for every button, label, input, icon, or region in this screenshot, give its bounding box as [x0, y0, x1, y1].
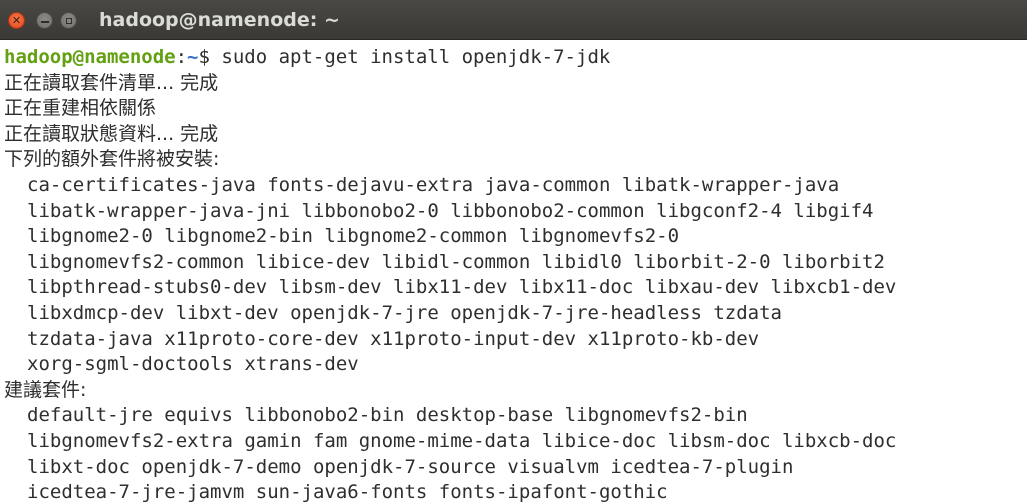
status-line: 正在讀取狀態資料... 完成 — [4, 122, 219, 145]
status-line: 正在重建相依關係 — [4, 97, 157, 120]
suggested-package-line: libxt-doc openjdk-7-demo openjdk-7-sourc… — [27, 455, 794, 478]
package-line: tzdata-java x11proto-core-dev x11proto-i… — [27, 327, 760, 350]
window-title: hadoop@namenode: ~ — [99, 9, 340, 31]
status-line: 正在讀取套件清單... 完成 — [4, 71, 219, 94]
suggested-package-line: icedtea-7-jre-jamvm sun-java6-fonts font… — [27, 481, 668, 502]
prompt-user-host: hadoop@namenode — [4, 46, 176, 68]
maximize-icon — [65, 17, 72, 24]
package-line: libpthread-stubs0-dev libsm-dev libx11-d… — [27, 276, 897, 299]
close-icon: ✕ — [11, 14, 22, 27]
terminal-output[interactable]: hadoop@namenode:~$ sudo apt-get install … — [0, 40, 1027, 502]
suggested-package-line: libgnomevfs2-extra gamin fam gnome-mime-… — [27, 429, 897, 452]
prompt-line: hadoop@namenode:~$ sudo apt-get install … — [4, 45, 1027, 71]
package-line: ca-certificates-java fonts-dejavu-extra … — [27, 173, 840, 196]
package-line: libgnome2-0 libgnome2-bin libgnome2-comm… — [27, 225, 680, 248]
package-line: libatk-wrapper-java-jni libbonobo2-0 lib… — [27, 199, 874, 222]
package-line: xorg-sgml-doctools xtrans-dev — [27, 353, 359, 376]
minimize-icon — [40, 20, 49, 23]
suggested-packages-header: 建議套件: — [4, 378, 87, 401]
prompt-symbol: $ — [198, 46, 210, 68]
title-bar[interactable]: ✕ hadoop@namenode: ~ — [0, 0, 1027, 40]
prompt-separator: : — [175, 46, 188, 68]
command-text: sudo apt-get install openjdk-7-jdk — [209, 46, 611, 68]
close-button[interactable]: ✕ — [8, 12, 25, 29]
prompt-path: ~ — [187, 46, 199, 68]
maximize-button[interactable] — [60, 12, 77, 29]
package-line: libgnomevfs2-common libice-dev libidl-co… — [27, 250, 885, 273]
suggested-package-line: default-jre equivs libbonobo2-bin deskto… — [27, 404, 748, 427]
package-line: libxdmcp-dev libxt-dev openjdk-7-jre ope… — [27, 301, 782, 324]
terminal-window: ✕ hadoop@namenode: ~ hadoop@namenode:~$ … — [0, 0, 1027, 502]
extra-packages-header: 下列的額外套件將被安裝: — [4, 148, 220, 171]
minimize-button[interactable] — [36, 12, 53, 29]
